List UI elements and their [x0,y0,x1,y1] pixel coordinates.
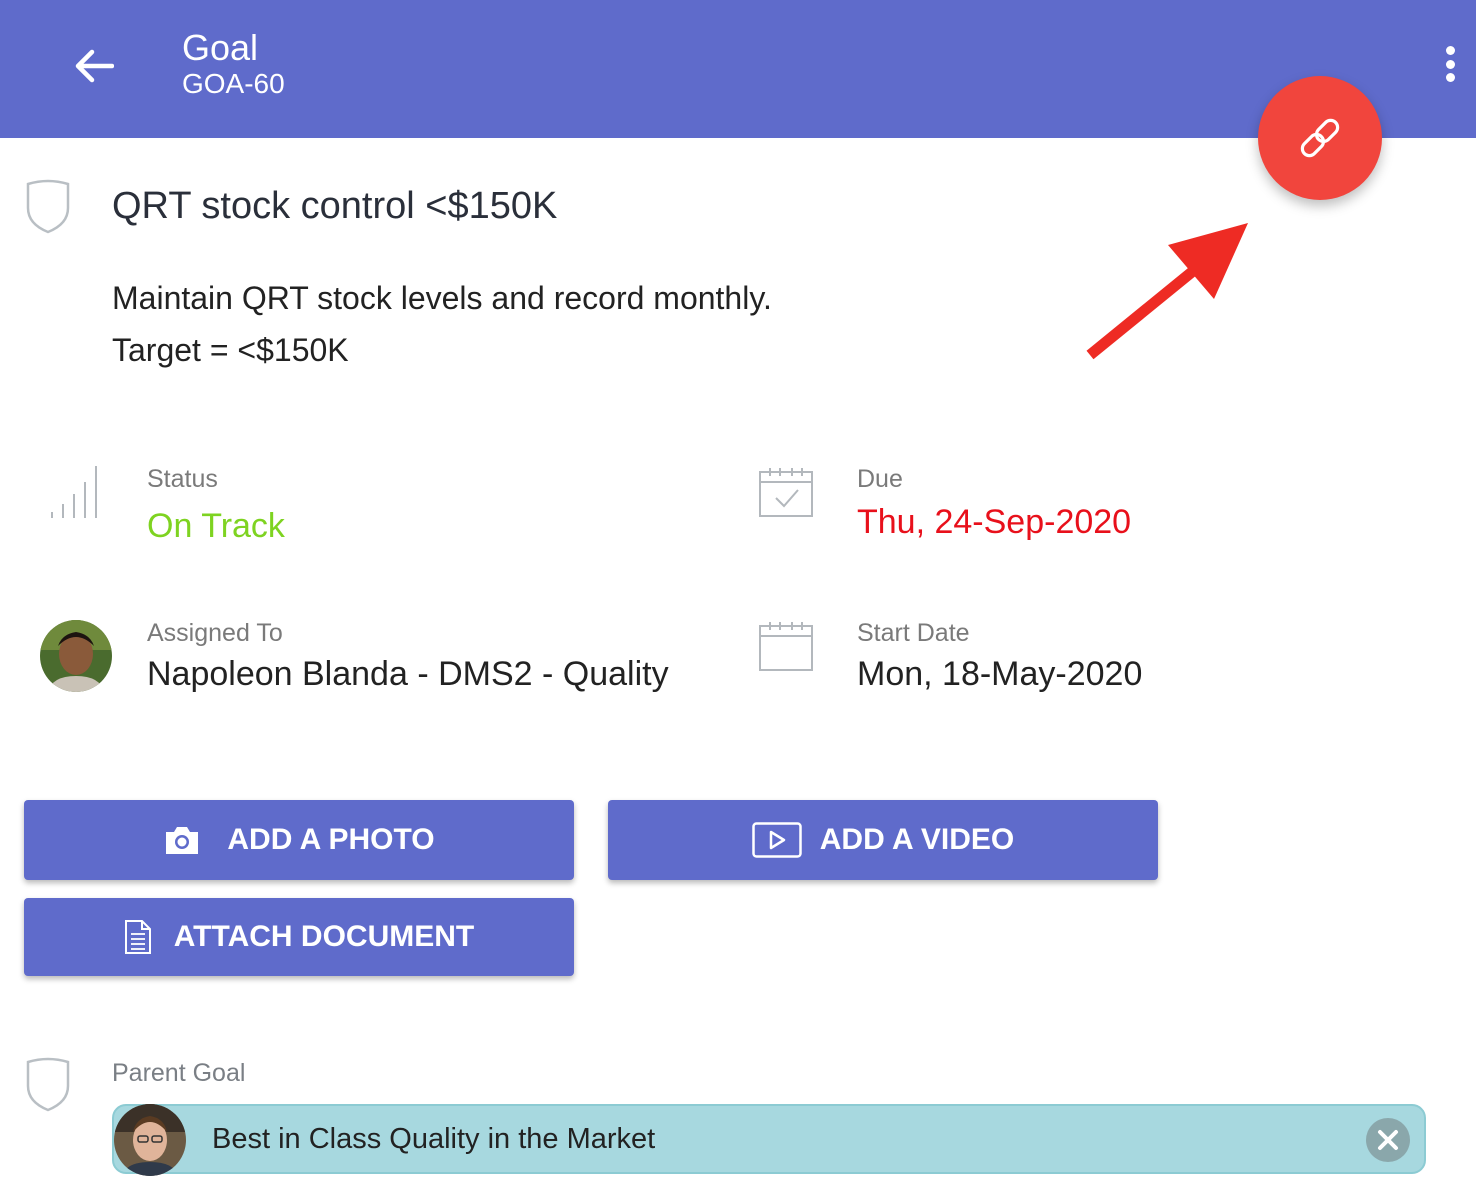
assigned-value[interactable]: Napoleon Blanda - DMS2 - Quality [147,654,669,694]
goal-title: QRT stock control <$150K [112,185,558,227]
add-photo-button[interactable]: ADD A PHOTO [24,800,574,880]
add-video-button[interactable]: ADD A VIDEO [608,800,1158,880]
link-icon [1300,118,1340,158]
arrow-left-icon [75,49,114,83]
app-bar: Goal GOA-60 [0,0,1476,138]
description-line: Maintain QRT stock levels and record mon… [112,280,772,316]
close-circle-icon [1378,1130,1398,1150]
description-line: Target = <$150K [112,332,349,368]
add-video-label: ADD A VIDEO [819,823,1015,856]
more-options-button[interactable] [1430,40,1470,88]
shield-icon [26,179,70,234]
due-label: Due [857,465,903,493]
remove-parent-goal-button[interactable] [1366,1118,1410,1162]
goal-description: Maintain QRT stock levels and record mon… [112,272,772,376]
more-vert-icon [1445,46,1455,55]
assignee-avatar [40,620,112,692]
start-date-value[interactable]: Mon, 18-May-2020 [857,654,1142,694]
assigned-label: Assigned To [147,619,283,647]
parent-goal-avatar [114,1104,186,1176]
attach-document-label: ATTACH DOCUMENT [173,920,475,953]
status-value[interactable]: On Track [147,506,285,546]
signal-bars-icon [51,466,97,518]
calendar-icon [759,622,813,671]
parent-goal-chip[interactable]: Best in Class Quality in the Market [112,1104,1426,1176]
video-play-icon [752,822,802,858]
parent-goal-label: Parent Goal [112,1059,246,1087]
shield-icon [26,1057,70,1112]
annotation-arrow-icon [1086,223,1248,360]
page-title: Goal [182,27,259,68]
link-fab-button[interactable] [1258,76,1382,200]
parent-goal-name: Best in Class Quality in the Market [212,1123,656,1155]
document-icon [124,920,151,954]
back-button[interactable] [62,34,126,98]
attach-document-button[interactable]: ATTACH DOCUMENT [24,898,574,976]
add-photo-label: ADD A PHOTO [227,823,435,856]
calendar-check-icon [759,468,813,517]
start-date-label: Start Date [857,619,970,647]
camera-icon [166,827,199,854]
due-value[interactable]: Thu, 24-Sep-2020 [857,502,1131,542]
page-subtitle: GOA-60 [182,68,285,99]
status-label: Status [147,465,218,493]
